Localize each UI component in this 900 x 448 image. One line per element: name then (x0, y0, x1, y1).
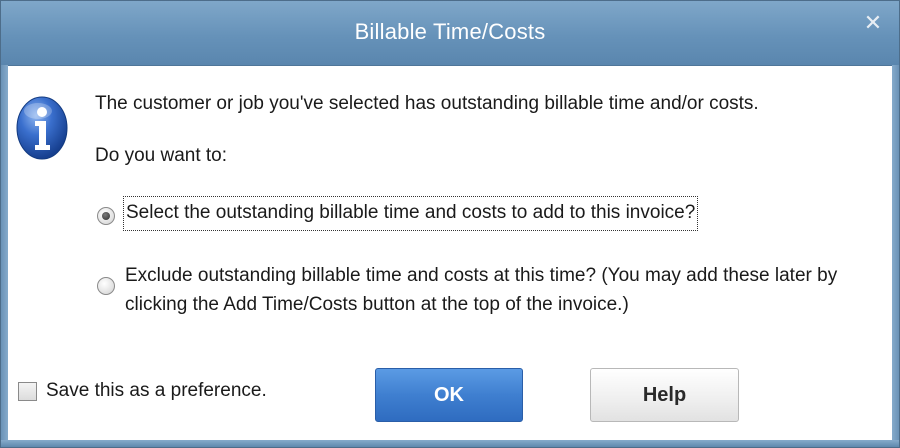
info-icon (16, 96, 68, 160)
title-bar[interactable]: Billable Time/Costs ✕ (1, 1, 899, 66)
dialog-message: The customer or job you've selected has … (95, 93, 759, 114)
window-frame-right (892, 65, 899, 447)
window-frame-bottom (1, 440, 899, 447)
close-icon[interactable]: ✕ (861, 11, 885, 35)
option-exclude-billable-label[interactable]: Exclude outstanding billable time and co… (125, 261, 885, 319)
option-select-billable-label[interactable]: Select the outstanding billable time and… (123, 196, 699, 231)
dialog-title: Billable Time/Costs (354, 19, 546, 44)
ok-button[interactable]: OK (375, 368, 523, 422)
save-preference-checkbox[interactable] (18, 382, 37, 401)
radio-select-billable[interactable] (97, 207, 115, 225)
save-preference-label[interactable]: Save this as a preference. (46, 380, 267, 402)
radio-selected-dot (102, 212, 110, 220)
help-button[interactable]: Help (590, 368, 739, 422)
window-frame-left (1, 65, 8, 447)
billable-time-costs-dialog: Billable Time/Costs ✕ The customer or jo… (0, 0, 900, 448)
radio-exclude-billable[interactable] (97, 277, 115, 295)
dialog-question: Do you want to: (95, 145, 228, 166)
